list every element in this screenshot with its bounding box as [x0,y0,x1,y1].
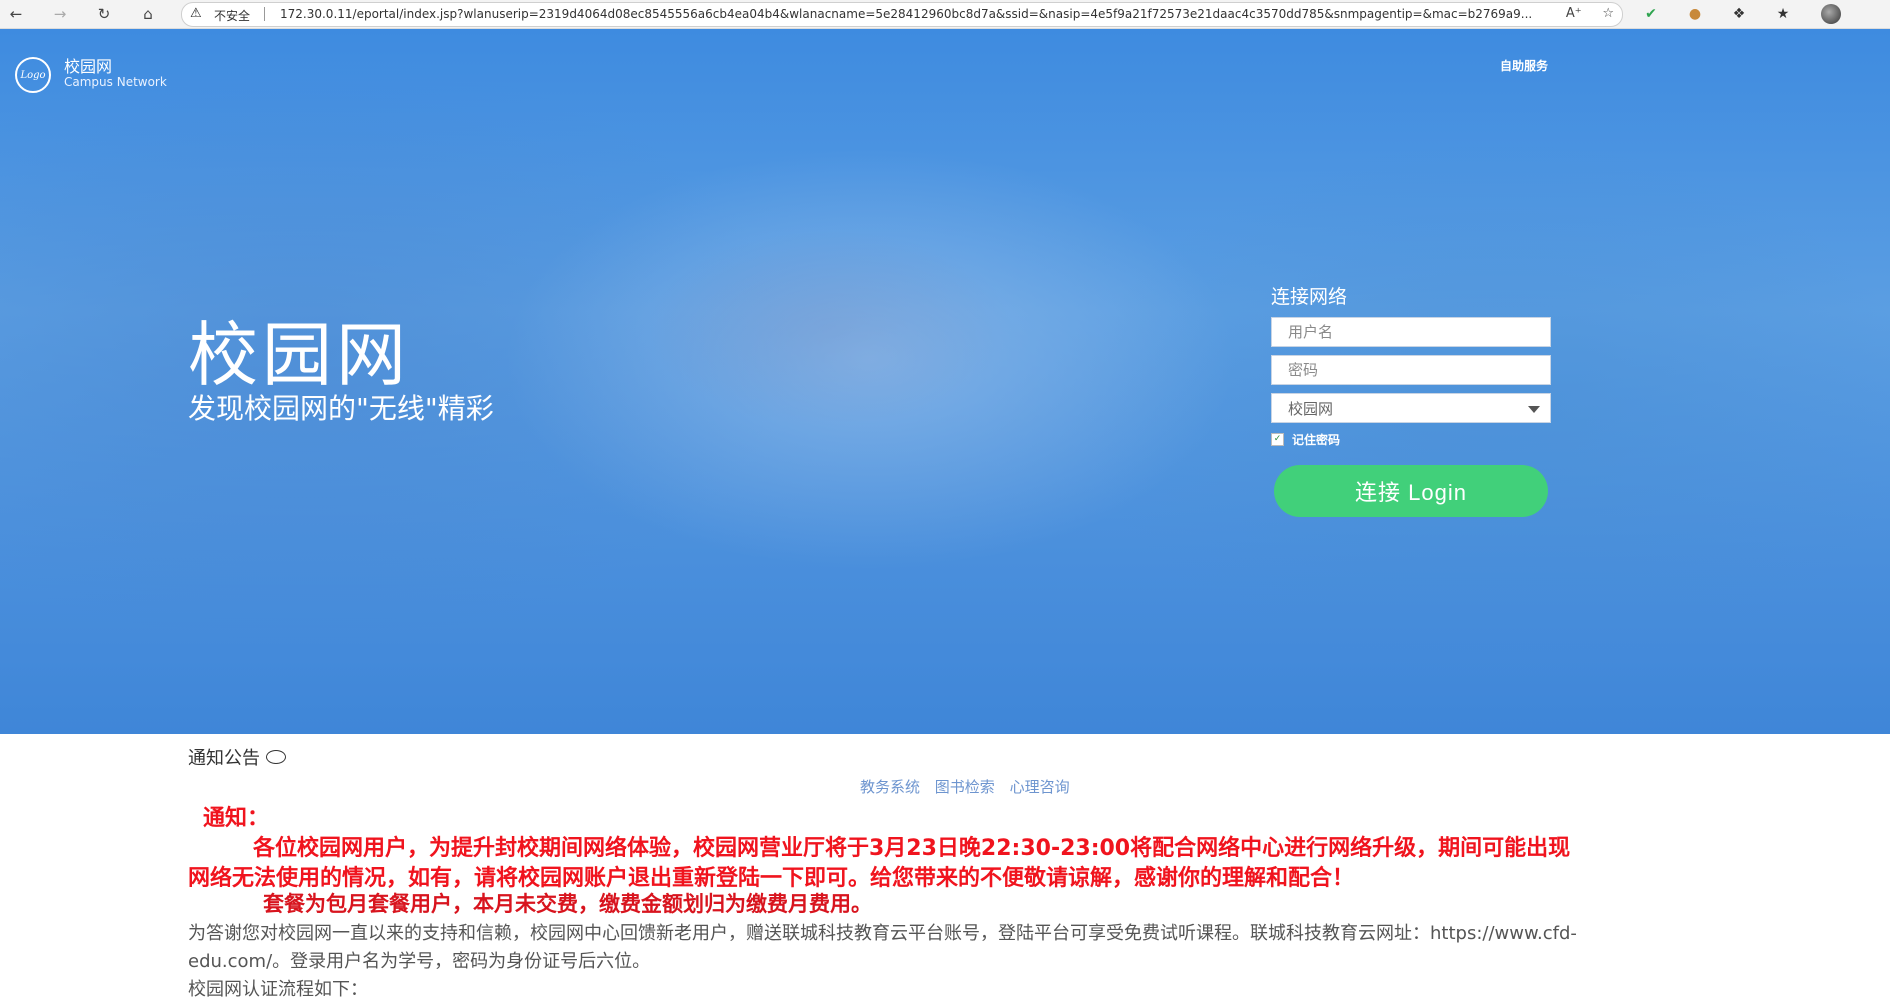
cookie-extension-icon[interactable]: ● [1684,4,1706,24]
insecure-label: 不安全 [214,9,251,23]
reload-icon[interactable]: ↻ [92,2,116,26]
hero-banner: Logo 校园网 Campus Network 自助服务 校园网 发现校园网的"… [0,29,1890,734]
profile-avatar[interactable] [1820,4,1842,24]
home-icon[interactable]: ⌂ [136,2,160,26]
read-aloud-icon[interactable]: A⁺ [1566,6,1582,21]
quick-link[interactable]: 心理咨询 [1010,778,1070,796]
shield-extension-icon[interactable]: ✔ [1640,4,1662,24]
quick-links: 教务系统 图书检索 心理咨询 [860,776,1080,797]
login-title: 连接网络 [1271,286,1348,308]
notice-header-label: 通知公告 [188,748,260,769]
notice-section: 通知公告 教务系统 图书检索 心理咨询 通知： 各位校园网用户，为提升封校期间网… [0,734,1890,1000]
url-text[interactable]: 172.30.0.11/eportal/index.jsp?wlanuserip… [280,7,1532,21]
remember-checkbox[interactable]: ✓ [1271,433,1284,446]
quick-link[interactable]: 教务系统 [860,778,920,796]
notice-body-1: 为答谢您对校园网一直以来的支持和信赖，校园网中心回馈新老用户，赠送联城科技教育云… [188,923,1577,972]
login-button[interactable]: 连接 Login [1274,465,1548,517]
password-field-wrap [1271,355,1551,385]
notice-header: 通知公告 [188,744,286,770]
extensions-icon[interactable]: ❖ [1728,4,1750,24]
self-service-link[interactable]: 自助服务 [1500,57,1548,74]
notice-body-2: 校园网认证流程如下： [188,979,368,1000]
notice-line-1: 各位校园网用户，为提升封校期间网络体验，校园网营业厅将于3月23日晚22:30-… [253,836,1571,861]
browser-toolbar: ← → ↻ ⌂ ⚠ 不安全 172.30.0.11/eportal/index.… [0,0,1890,29]
notice-title: 通知： [203,806,270,831]
hero-title: 校园网 [188,314,410,396]
favorite-add-icon[interactable]: ☆ [1602,6,1614,21]
chevron-down-icon [1528,406,1540,413]
login-panel: 连接网络 校园网 ✓ 记住密码 连接 Login [1271,282,1553,517]
warning-icon: ⚠ [190,6,202,21]
quick-link[interactable]: 图书检索 [935,778,995,796]
service-select[interactable]: 校园网 [1271,393,1551,423]
service-select-value: 校园网 [1288,399,1334,418]
site-subtitle: Campus Network [64,75,167,89]
address-actions: A⁺ ☆ [1566,6,1614,21]
notice-line-3: 套餐为包月套餐用户，本月未交费，缴费金额划归为缴费月费用。 [263,891,872,916]
username-field-wrap [1271,317,1551,347]
forward-icon[interactable]: → [48,2,72,26]
hero-slogan: 发现校园网的"无线"精彩 [188,392,494,425]
address-separator [264,7,265,21]
site-title: 校园网 [64,57,113,76]
remember-label: 记住密码 [1292,433,1341,447]
address-bar[interactable]: ⚠ 不安全 172.30.0.11/eportal/index.jsp?wlan… [181,2,1623,27]
password-input[interactable] [1272,356,1550,384]
favorites-icon[interactable]: ★ [1772,4,1794,24]
remember-password-row: ✓ 记住密码 [1271,431,1553,448]
comment-bubble-icon [266,750,286,764]
logo-icon: Logo [15,57,51,93]
back-icon[interactable]: ← [4,2,28,26]
username-input[interactable] [1272,318,1550,346]
